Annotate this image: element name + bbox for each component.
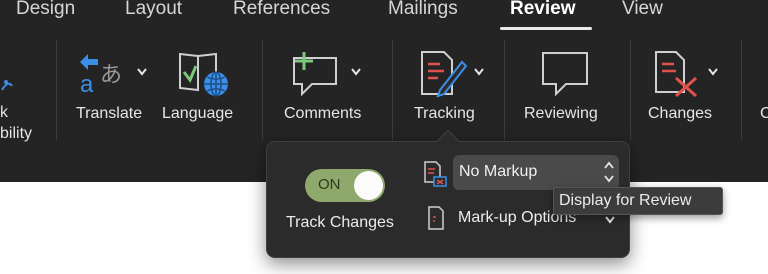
next-group-label-partial[interactable]: C bbox=[760, 105, 768, 123]
translate-glyph-jp: あ bbox=[100, 63, 122, 88]
group-separator bbox=[630, 40, 631, 140]
tab-design[interactable]: Design bbox=[16, 0, 75, 20]
chevron-down-icon bbox=[708, 68, 718, 76]
changes-icon bbox=[655, 51, 698, 98]
group-separator bbox=[504, 40, 505, 140]
accessibility-label-line2: bility bbox=[0, 125, 33, 142]
language-label: Language bbox=[162, 105, 234, 122]
toggle-knob bbox=[354, 171, 383, 200]
chevron-down-icon bbox=[474, 68, 484, 76]
tab-review[interactable]: Review bbox=[510, 0, 575, 20]
accessibility-label-line1: k bbox=[0, 104, 8, 121]
toggle-state-text: ON bbox=[318, 176, 341, 193]
display-for-review-icon bbox=[424, 161, 447, 187]
tab-view[interactable]: View bbox=[622, 0, 663, 20]
tab-references[interactable]: References bbox=[233, 0, 330, 20]
translate-label: Translate bbox=[76, 105, 143, 122]
track-changes-toggle[interactable]: ON bbox=[305, 169, 385, 202]
select-updown-icon bbox=[604, 161, 614, 183]
changes-label: Changes bbox=[648, 105, 713, 122]
language-icon bbox=[179, 52, 228, 97]
accessibility-icon bbox=[1, 80, 13, 91]
tooltip-text: Display for Review bbox=[559, 192, 692, 209]
tracking-label: Tracking bbox=[414, 105, 475, 122]
tab-mailings[interactable]: Mailings bbox=[388, 0, 458, 20]
active-tab-indicator bbox=[500, 27, 592, 30]
comments-icon bbox=[293, 52, 337, 96]
chevron-down-icon bbox=[137, 68, 147, 76]
display-for-review-value: No Markup bbox=[459, 163, 538, 180]
chevron-down-icon bbox=[351, 68, 361, 76]
tooltip: Display for Review bbox=[553, 187, 723, 215]
group-separator bbox=[262, 40, 263, 140]
reviewing-label: Reviewing bbox=[524, 105, 598, 122]
translate-glyph-latin: a bbox=[80, 71, 94, 98]
chevron-down-icon bbox=[605, 216, 615, 224]
group-separator bbox=[392, 40, 393, 140]
tracking-icon bbox=[421, 51, 468, 98]
track-changes-label: Track Changes bbox=[286, 214, 394, 231]
markup-options-icon bbox=[428, 206, 444, 230]
tab-layout[interactable]: Layout bbox=[125, 0, 182, 20]
reviewing-icon bbox=[542, 52, 588, 96]
ribbon-tabs: Design Layout References Mailings Review… bbox=[0, 0, 768, 30]
group-separator bbox=[56, 40, 57, 140]
comments-label: Comments bbox=[284, 105, 362, 122]
translate-icon: a あ bbox=[80, 54, 122, 98]
display-for-review-select[interactable]: No Markup bbox=[453, 155, 619, 190]
group-separator bbox=[741, 40, 742, 140]
